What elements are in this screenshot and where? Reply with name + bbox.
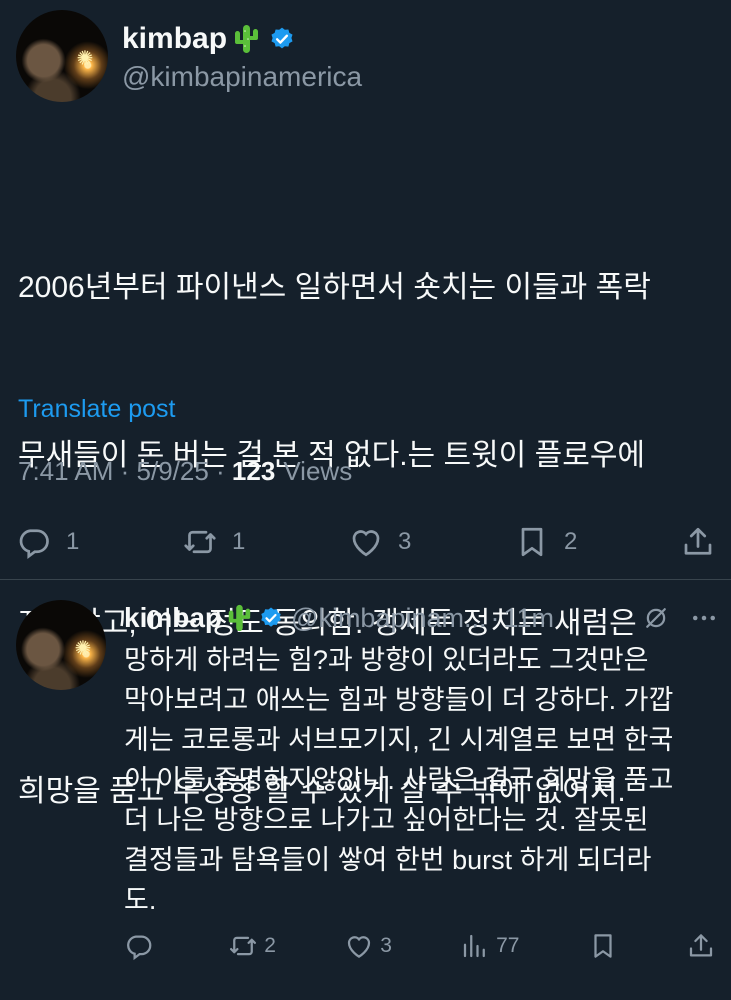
views-count[interactable]: 123 (232, 456, 275, 487)
repost-icon (184, 530, 216, 554)
tweet-date[interactable]: 5/9/25 (137, 456, 209, 487)
reply-button[interactable]: 1 (16, 524, 79, 560)
reply-tweet-actions: 2 3 77 (124, 926, 716, 966)
reply-avatar[interactable]: ✺ (16, 600, 106, 690)
reply-icon (19, 529, 49, 559)
cactus-emoji-icon (228, 604, 251, 632)
reply-text-line: 게는 코로롱과 서브모기지, 긴 시계열로 보면 한국 (124, 725, 674, 755)
repost-button[interactable]: 2 (228, 931, 276, 961)
like-button[interactable]: 3 (344, 931, 392, 961)
reply-time[interactable]: 11m (504, 603, 555, 634)
repost-icon (230, 936, 257, 956)
tweet-thread-page: ✺ kimbap @kimbapinamerica 2006년부터 파이낸스 일… (0, 0, 731, 1000)
sparkler-icon: ✺ (76, 48, 94, 70)
reply-text-line: 더 나은 방향으로 나가고 싶어한다는 것. 잘못된 (124, 805, 649, 835)
share-button[interactable] (680, 524, 716, 560)
main-tweet-actions: 1 1 3 2 (16, 520, 716, 564)
bookmark-icon (521, 527, 543, 557)
author-block: kimbap @kimbapinamerica (122, 19, 362, 93)
reply-text-line: 망하게 하려는 힘?과 방향이 있더라도 그것만은 (124, 645, 649, 675)
reply-text: 망하게 하려는 힘?과 방향이 있더라도 그것만은 막아보려고 애쓰는 힘과 방… (124, 640, 724, 920)
reply-button[interactable] (124, 931, 160, 961)
reply-text-line: 도. (124, 885, 157, 915)
repost-count: 1 (232, 528, 246, 555)
reply-handle[interactable]: @kimbapinam... (291, 603, 486, 634)
divider (0, 579, 731, 580)
verified-badge-icon[interactable] (269, 26, 295, 52)
bookmark-button[interactable]: 2 (514, 524, 577, 560)
name-row: kimbap (122, 19, 362, 59)
grok-icon[interactable] (641, 603, 671, 633)
repost-count: 2 (264, 934, 276, 957)
share-button[interactable] (686, 931, 716, 961)
handle[interactable]: @kimbapinamerica (122, 61, 362, 93)
like-count: 3 (398, 528, 412, 555)
bookmark-icon (594, 934, 612, 958)
more-icon[interactable] (689, 603, 719, 633)
display-name[interactable]: kimbap (122, 22, 227, 56)
main-tweet-header: ✺ kimbap @kimbapinamerica (16, 10, 362, 102)
views-button[interactable]: 77 (460, 931, 519, 961)
share-icon (684, 527, 712, 555)
meta-separator: · (113, 456, 137, 486)
reply-count: 1 (66, 528, 80, 555)
verified-badge-icon[interactable] (259, 606, 283, 630)
share-icon (689, 934, 713, 957)
reply-icon (127, 935, 152, 961)
views-label: Views (283, 456, 353, 486)
reply-text-line: 이 이를 증명하지않았나. 사람은 결국 희망을 품고 (124, 765, 674, 795)
heart-icon (348, 936, 371, 958)
cactus-emoji-icon (235, 25, 259, 53)
reply-text-line: 결정들과 탐욕들이 쌓여 한번 burst 하게 되더라 (124, 845, 652, 875)
like-button[interactable]: 3 (348, 524, 411, 560)
reply-display-name[interactable]: kimbap (124, 602, 222, 634)
views-icon (464, 934, 485, 958)
sparkler-icon: ✺ (74, 638, 92, 660)
meta-separator: · (208, 456, 232, 486)
repost-button[interactable]: 1 (182, 524, 245, 560)
bookmark-count: 2 (564, 528, 578, 555)
views-count: 77 (496, 934, 520, 957)
bookmark-button[interactable] (588, 931, 618, 961)
tweet-text-line: 2006년부터 파이낸스 일하면서 숏치는 이들과 폭락 (18, 271, 651, 304)
tweet-time[interactable]: 7:41 AM (18, 456, 113, 487)
reply-text-line: 막아보려고 애쓰는 힘과 방향들이 더 강하다. 가깝 (124, 685, 674, 715)
reply-dot: · (490, 602, 500, 633)
tweet-meta: 7:41 AM · 5/9/25 · 123 Views (18, 456, 352, 487)
like-count: 3 (380, 934, 392, 957)
avatar[interactable]: ✺ (16, 10, 108, 102)
translate-post-link[interactable]: Translate post (18, 395, 175, 424)
heart-icon (352, 530, 380, 557)
reply-header: kimbap @kimbapinam... · 11m (124, 598, 719, 638)
